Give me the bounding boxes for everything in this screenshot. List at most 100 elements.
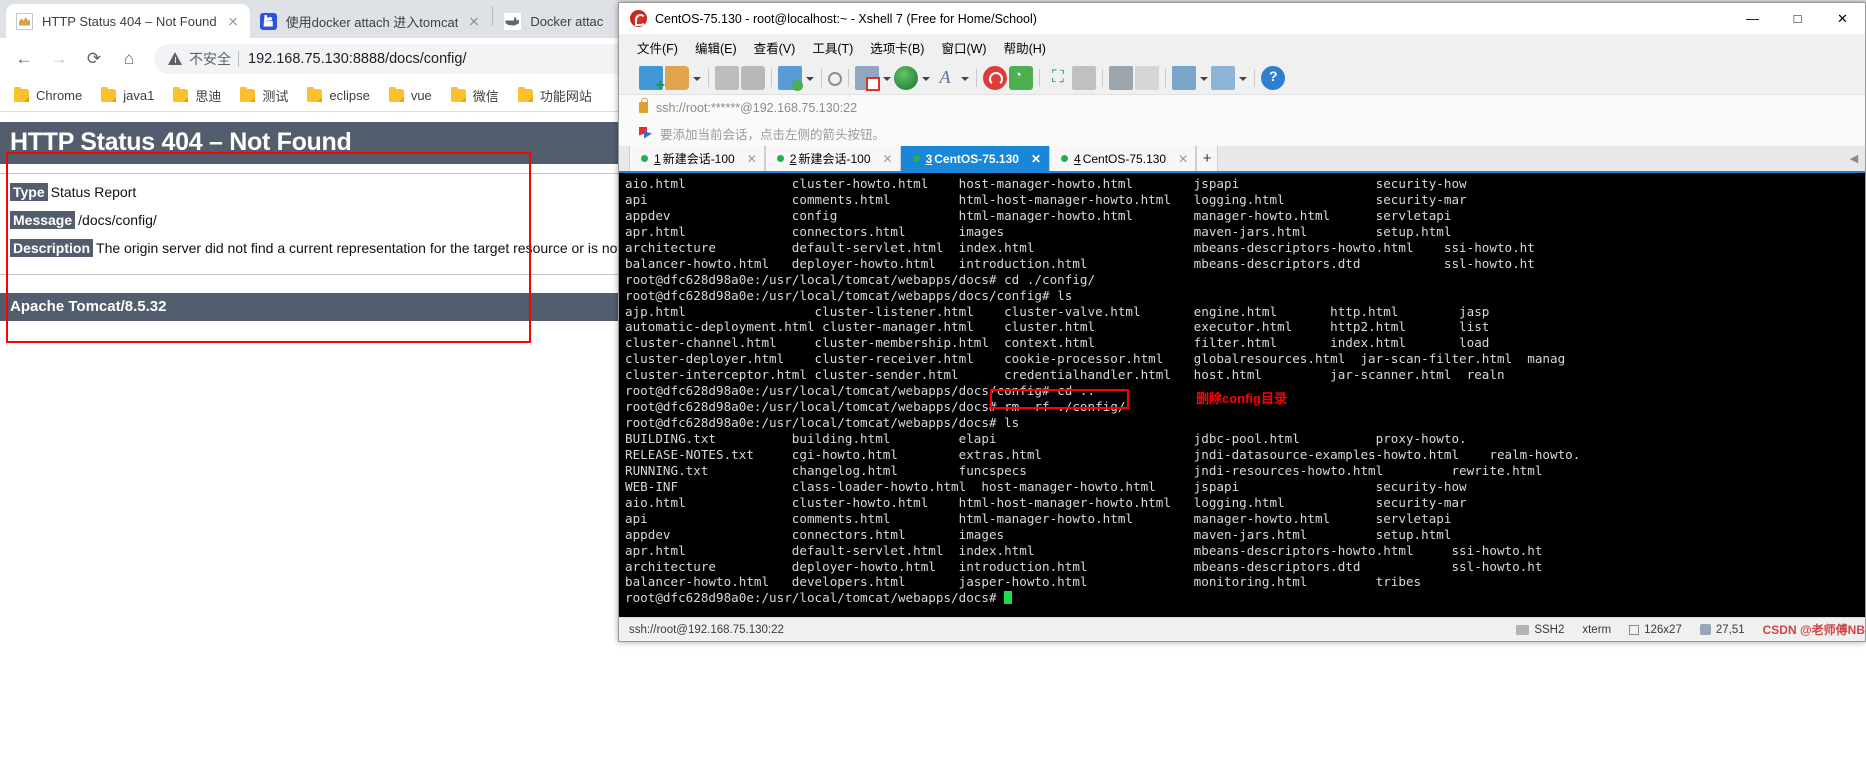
status-dot-icon xyxy=(641,155,648,162)
session-tab-4[interactable]: 4 CentOS-75.130 ✕ xyxy=(1049,146,1197,171)
status-dot-icon xyxy=(912,155,920,162)
monitor-icon[interactable] xyxy=(1109,65,1133,90)
home-icon[interactable]: ⌂ xyxy=(113,43,145,75)
tab-number: 2 xyxy=(789,151,797,166)
terminal-output[interactable]: aio.html cluster-howto.html host-manager… xyxy=(619,171,1865,617)
menu-edit[interactable]: 编辑(E) xyxy=(695,38,737,57)
terminal-line: aio.html cluster-howto.html host-manager… xyxy=(625,176,1467,191)
bookmark-function-sites[interactable]: 功能网站 xyxy=(510,83,600,108)
menu-window[interactable]: 窗口(W) xyxy=(941,38,986,57)
bookmark-sidi[interactable]: 思迪 xyxy=(165,83,229,108)
browser-tab-2[interactable]: Docker attac xyxy=(494,4,612,38)
menu-view[interactable]: 查看(V) xyxy=(754,38,796,57)
back-icon[interactable]: ← xyxy=(8,43,40,75)
file-transfer-icon[interactable] xyxy=(855,65,880,91)
highlight-icon[interactable] xyxy=(983,65,1007,90)
bookmark-wechat[interactable]: 微信 xyxy=(443,83,507,108)
session-properties-icon[interactable] xyxy=(778,65,803,91)
divider xyxy=(238,51,239,67)
menu-tabs[interactable]: 选项卡(B) xyxy=(870,38,924,57)
new-tab-button[interactable]: + xyxy=(1196,146,1219,171)
docker-icon xyxy=(504,12,522,30)
bookmark-java1[interactable]: java1 xyxy=(93,85,162,106)
session-tab-3[interactable]: 3 CentOS-75.130 ✕ xyxy=(900,146,1050,171)
window-controls: — □ ✕ xyxy=(1730,3,1865,34)
terminal-line: aio.html cluster-howto.html html-host-ma… xyxy=(625,494,1467,510)
window-title: CentOS-75.130 - root@localhost:~ - Xshel… xyxy=(655,11,1037,26)
lock-icon[interactable] xyxy=(1072,65,1096,90)
chevron-down-icon[interactable] xyxy=(804,67,815,89)
terminal-line: BUILDING.txt building.html elapi jdbc-po… xyxy=(625,431,1467,446)
xshell-title-bar[interactable]: CentOS-75.130 - root@localhost:~ - Xshel… xyxy=(619,3,1865,34)
cursor-label: 27,51 xyxy=(1715,623,1745,636)
close-icon[interactable] xyxy=(465,12,483,30)
folder-icon xyxy=(173,86,189,102)
xshell-window: CentOS-75.130 - root@localhost:~ - Xshel… xyxy=(618,2,1866,642)
xshell-logo-icon xyxy=(630,10,647,27)
chevron-down-icon[interactable] xyxy=(959,67,970,89)
browser-tab-1[interactable]: 使用docker attach 进入tomcat xyxy=(249,4,492,38)
fullscreen-icon[interactable]: ⛶ xyxy=(1046,66,1070,90)
menu-tools[interactable]: 工具(T) xyxy=(812,38,853,57)
row-key: Type xyxy=(10,183,48,201)
font-icon[interactable]: A xyxy=(933,66,957,90)
terminal-line: appdev config html-manager-howto.html ma… xyxy=(625,207,1452,223)
terminal-line: appdev connectors.html images maven-jars… xyxy=(625,526,1452,542)
chevron-down-icon[interactable] xyxy=(920,67,931,89)
menu-help[interactable]: 帮助(H) xyxy=(1004,38,1046,57)
protocol-label: SSH2 xyxy=(1534,623,1565,636)
chevron-down-icon[interactable] xyxy=(881,67,892,89)
session-tab-1[interactable]: 1 新建会话-100 ✕ xyxy=(629,146,765,171)
reconnect-icon[interactable] xyxy=(741,65,765,90)
disconnect-icon[interactable] xyxy=(715,65,739,90)
resize-icon xyxy=(1629,624,1640,635)
terminal-line: cluster-interceptor.html cluster-sender.… xyxy=(625,367,1505,383)
chevron-down-icon[interactable] xyxy=(1198,67,1209,89)
chevron-down-icon[interactable] xyxy=(1237,67,1248,89)
arrange-icon[interactable] xyxy=(1211,65,1235,90)
folder-icon xyxy=(101,86,117,102)
minimize-button[interactable]: — xyxy=(1730,3,1775,34)
folder-icon xyxy=(307,86,323,102)
terminal-line: cluster-channel.html cluster-membership.… xyxy=(625,335,1490,351)
close-icon[interactable]: ✕ xyxy=(747,152,757,166)
close-icon[interactable]: ✕ xyxy=(1031,152,1041,166)
maximize-button[interactable]: □ xyxy=(1775,3,1820,34)
menu-file[interactable]: 文件(F) xyxy=(637,38,678,57)
terminal-line: cluster-deployer.html cluster-receiver.h… xyxy=(625,351,1566,367)
globe-icon[interactable] xyxy=(894,65,918,90)
chevron-down-icon[interactable] xyxy=(691,67,702,89)
terminal-cursor xyxy=(1004,591,1013,605)
forward-icon[interactable]: → xyxy=(43,43,75,75)
close-icon[interactable]: ✕ xyxy=(1178,152,1188,166)
search-icon[interactable] xyxy=(828,72,842,86)
browser-tab-0[interactable]: HTTP Status 404 – Not Found xyxy=(6,4,250,38)
bookmark-eclipse[interactable]: eclipse xyxy=(299,85,377,106)
row-key: Description xyxy=(10,238,94,257)
bookmark-label: eclipse xyxy=(329,88,370,103)
bookmark-chrome[interactable]: Chrome xyxy=(6,85,90,106)
terminal-line: architecture deployer-howto.html introdu… xyxy=(625,558,1543,574)
reload-icon[interactable]: ⟳ xyxy=(78,43,110,75)
close-icon[interactable] xyxy=(224,12,242,30)
status-dot-icon xyxy=(1061,155,1069,162)
folder-icon xyxy=(517,86,533,102)
close-button[interactable]: ✕ xyxy=(1820,3,1865,34)
close-icon[interactable]: ✕ xyxy=(883,152,893,166)
compose-icon[interactable] xyxy=(1135,65,1159,90)
terminal-line: api comments.html html-manager-howto.htm… xyxy=(625,510,1452,526)
new-session-icon[interactable] xyxy=(639,65,665,94)
quick-command-icon[interactable] xyxy=(1009,65,1033,90)
xshell-address-bar[interactable]: ssh://root:******@192.168.75.130:22 xyxy=(619,94,1865,120)
xshell-session-tabs: 1 新建会话-100 ✕ 2 新建会话-100 ✕ 3 CentOS-75.13… xyxy=(619,146,1865,171)
tabs-scroll-left-icon[interactable]: ◀ xyxy=(1843,146,1865,171)
bookmark-test[interactable]: 测试 xyxy=(232,83,296,108)
session-tab-2[interactable]: 2 新建会话-100 ✕ xyxy=(764,146,901,171)
open-session-icon[interactable] xyxy=(665,65,689,90)
folder-icon xyxy=(14,86,29,102)
layout-icon[interactable] xyxy=(1172,65,1196,90)
terminal-line: balancer-howto.html developers.html jasp… xyxy=(625,574,1422,590)
help-icon[interactable] xyxy=(1261,65,1285,90)
bookmark-vue[interactable]: vue xyxy=(381,85,440,106)
flag-icon xyxy=(639,127,652,140)
